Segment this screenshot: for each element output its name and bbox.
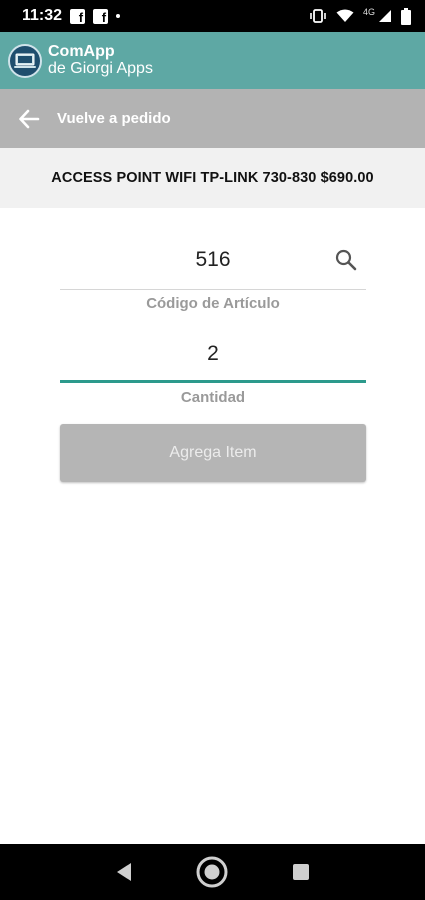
system-nav-bar <box>0 844 425 900</box>
arrow-left-icon <box>19 109 40 128</box>
toolbar-title: Vuelve a pedido <box>57 110 171 127</box>
search-icon[interactable] <box>334 248 358 272</box>
nav-back-button[interactable] <box>106 854 142 890</box>
article-code-label: Código de Artículo <box>146 295 280 312</box>
article-code-input[interactable]: 516 <box>60 244 366 276</box>
nav-home-button[interactable] <box>194 854 230 890</box>
add-item-button[interactable]: Agrega Item <box>60 424 366 482</box>
back-icon <box>117 863 132 881</box>
notification-dot-icon <box>116 14 121 18</box>
back-button[interactable] <box>16 106 42 132</box>
home-icon <box>196 856 228 888</box>
app-subtitle: de Giorgi Apps <box>48 59 153 77</box>
app-name: ComApp <box>48 42 115 60</box>
status-bar: 11:32 f f 4G <box>0 0 425 32</box>
app-logo-icon <box>8 43 42 78</box>
quantity-field[interactable]: 2 <box>60 338 366 383</box>
quantity-label: Cantidad <box>180 389 246 406</box>
facebook-icon: f <box>93 8 109 24</box>
facebook-icon: f <box>70 8 86 24</box>
app-header: ComApp de Giorgi Apps <box>0 32 425 89</box>
vibrate-icon <box>310 9 326 23</box>
status-time: 11:32 <box>22 7 63 24</box>
wifi-icon <box>336 9 354 22</box>
toolbar: Vuelve a pedido <box>0 89 425 148</box>
article-code-field[interactable]: 516 <box>60 244 366 290</box>
product-banner: ACCESS POINT WIFI TP-LINK 730-830 $690.0… <box>0 148 425 208</box>
battery-icon <box>401 7 411 25</box>
network-type-label: 4G <box>362 7 375 17</box>
nav-recents-button[interactable] <box>283 854 319 890</box>
recents-icon <box>292 864 309 880</box>
quantity-input[interactable]: 2 <box>60 338 366 370</box>
product-description: ACCESS POINT WIFI TP-LINK 730-830 $690.0… <box>51 170 374 186</box>
signal-icon <box>379 10 391 22</box>
